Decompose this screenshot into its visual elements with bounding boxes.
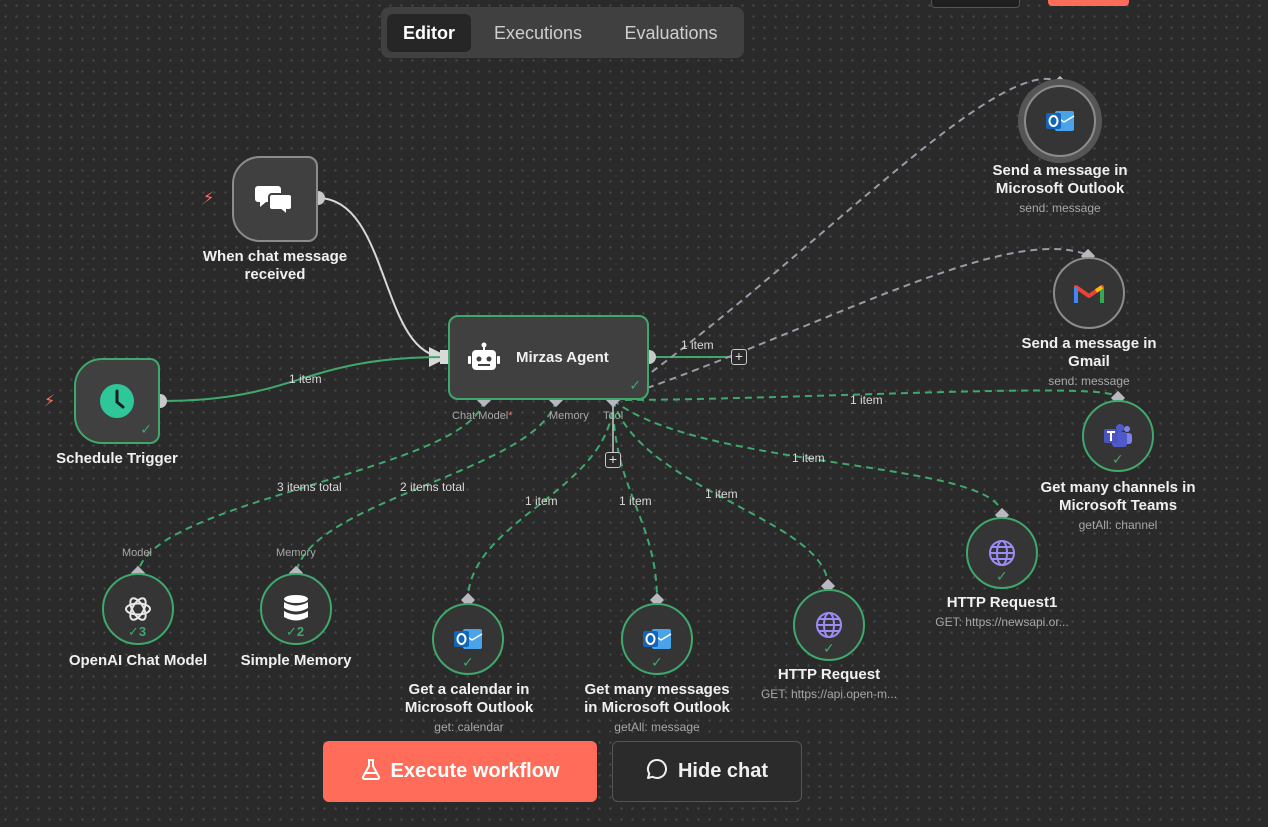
execute-workflow-label: Execute workflow (390, 760, 560, 782)
node-subtitle: GET: https://api.open-m... (760, 687, 898, 701)
trigger-bolt-icon: ⚡ (203, 190, 215, 207)
node-label: Schedule Trigger (56, 450, 178, 467)
success-check-icon: ✓ (823, 640, 835, 656)
success-check-icon: ✓ (140, 421, 152, 437)
node-outlook-calendar[interactable]: ✓ (432, 603, 504, 675)
node-subtitle: get: calendar (434, 720, 504, 734)
node-http-request1[interactable]: ✓ (966, 517, 1038, 589)
node-simple-memory[interactable]: ✓2 (260, 573, 332, 645)
required-mark: * (508, 410, 513, 422)
edge-label-messages: 1 item (619, 494, 652, 508)
node-openai-chat-model[interactable]: ✓3 (102, 573, 174, 645)
success-check-icon: ✓ (629, 377, 641, 393)
node-label: OpenAI Chat Model (68, 652, 208, 669)
add-tool-button[interactable]: + (605, 452, 621, 468)
node-subtitle: GET: https://newsapi.or... (935, 615, 1069, 629)
port-chat-model: Chat Model* (452, 410, 513, 422)
node-label: HTTP Request1 (946, 594, 1058, 611)
node-label: HTTP Request (777, 666, 881, 683)
run-count-value: 3 (138, 624, 147, 639)
port-label-model: Model (122, 547, 152, 559)
edge-label-http1: 1 item (792, 451, 825, 465)
gmail-icon (1055, 259, 1123, 327)
node-agent[interactable]: Mirzas Agent ✓ (448, 315, 649, 400)
node-microsoft-teams[interactable]: ✓ (1082, 400, 1154, 472)
node-label: Get many channels in Microsoft Teams (1040, 479, 1196, 514)
node-subtitle: getAll: message (614, 720, 700, 734)
port-tool: Tool (603, 410, 624, 422)
node-subtitle: getAll: channel (1078, 518, 1158, 532)
add-output-node-button[interactable]: + (731, 349, 747, 365)
node-chat-trigger[interactable] (232, 156, 318, 242)
flask-icon (361, 758, 381, 786)
hide-chat-button[interactable]: Hide chat (612, 741, 802, 802)
node-label: Get a calendar in Microsoft Outlook (404, 681, 534, 716)
run-count: ✓2 (286, 624, 305, 639)
node-subtitle: send: message (1048, 374, 1130, 388)
node-http-request[interactable]: ✓ (793, 589, 865, 661)
edge-label-teams: 1 item (850, 393, 883, 407)
edge-label-model: 3 items total (277, 480, 342, 494)
edge-label-schedule: 1 item (289, 372, 322, 386)
execute-workflow-button[interactable]: Execute workflow (323, 741, 597, 802)
node-outlook-send[interactable] (1024, 85, 1096, 157)
trigger-bolt-icon: ⚡ (44, 393, 56, 410)
chat-bubble-icon (646, 758, 668, 786)
edge-label-output: 1 item (681, 338, 714, 352)
success-check-icon: ✓ (462, 654, 474, 670)
port-chat-model-text: Chat Model (452, 410, 509, 422)
edge-label-calendar: 1 item (525, 494, 558, 508)
node-subtitle: send: message (1019, 201, 1101, 215)
run-count-value: 2 (296, 624, 305, 639)
node-label: Send a message in Microsoft Outlook (992, 162, 1128, 197)
success-check-icon: ✓ (996, 568, 1008, 584)
node-gmail[interactable] (1053, 257, 1125, 329)
node-label: Get many messages in Microsoft Outlook (584, 681, 730, 716)
edge-label-memory: 2 items total (400, 480, 465, 494)
port-label-memory: Memory (276, 547, 316, 559)
agent-title: Mirzas Agent (516, 349, 609, 366)
node-label: Simple Memory (240, 652, 352, 669)
node-label: When chat message received (202, 248, 348, 283)
chat-bubbles-icon (234, 158, 316, 240)
edge-label-http: 1 item (705, 487, 738, 501)
hide-chat-label: Hide chat (677, 760, 769, 782)
success-check-icon: ✓ (1112, 451, 1124, 467)
run-count: ✓3 (128, 624, 147, 639)
outlook-icon (1026, 87, 1094, 155)
node-label: Send a message in Gmail (1021, 335, 1157, 370)
success-check-icon: ✓ (651, 654, 663, 670)
robot-icon (466, 341, 502, 375)
port-memory: Memory (549, 410, 589, 422)
node-schedule-trigger[interactable]: ✓ (74, 358, 160, 444)
node-outlook-messages[interactable]: ✓ (621, 603, 693, 675)
